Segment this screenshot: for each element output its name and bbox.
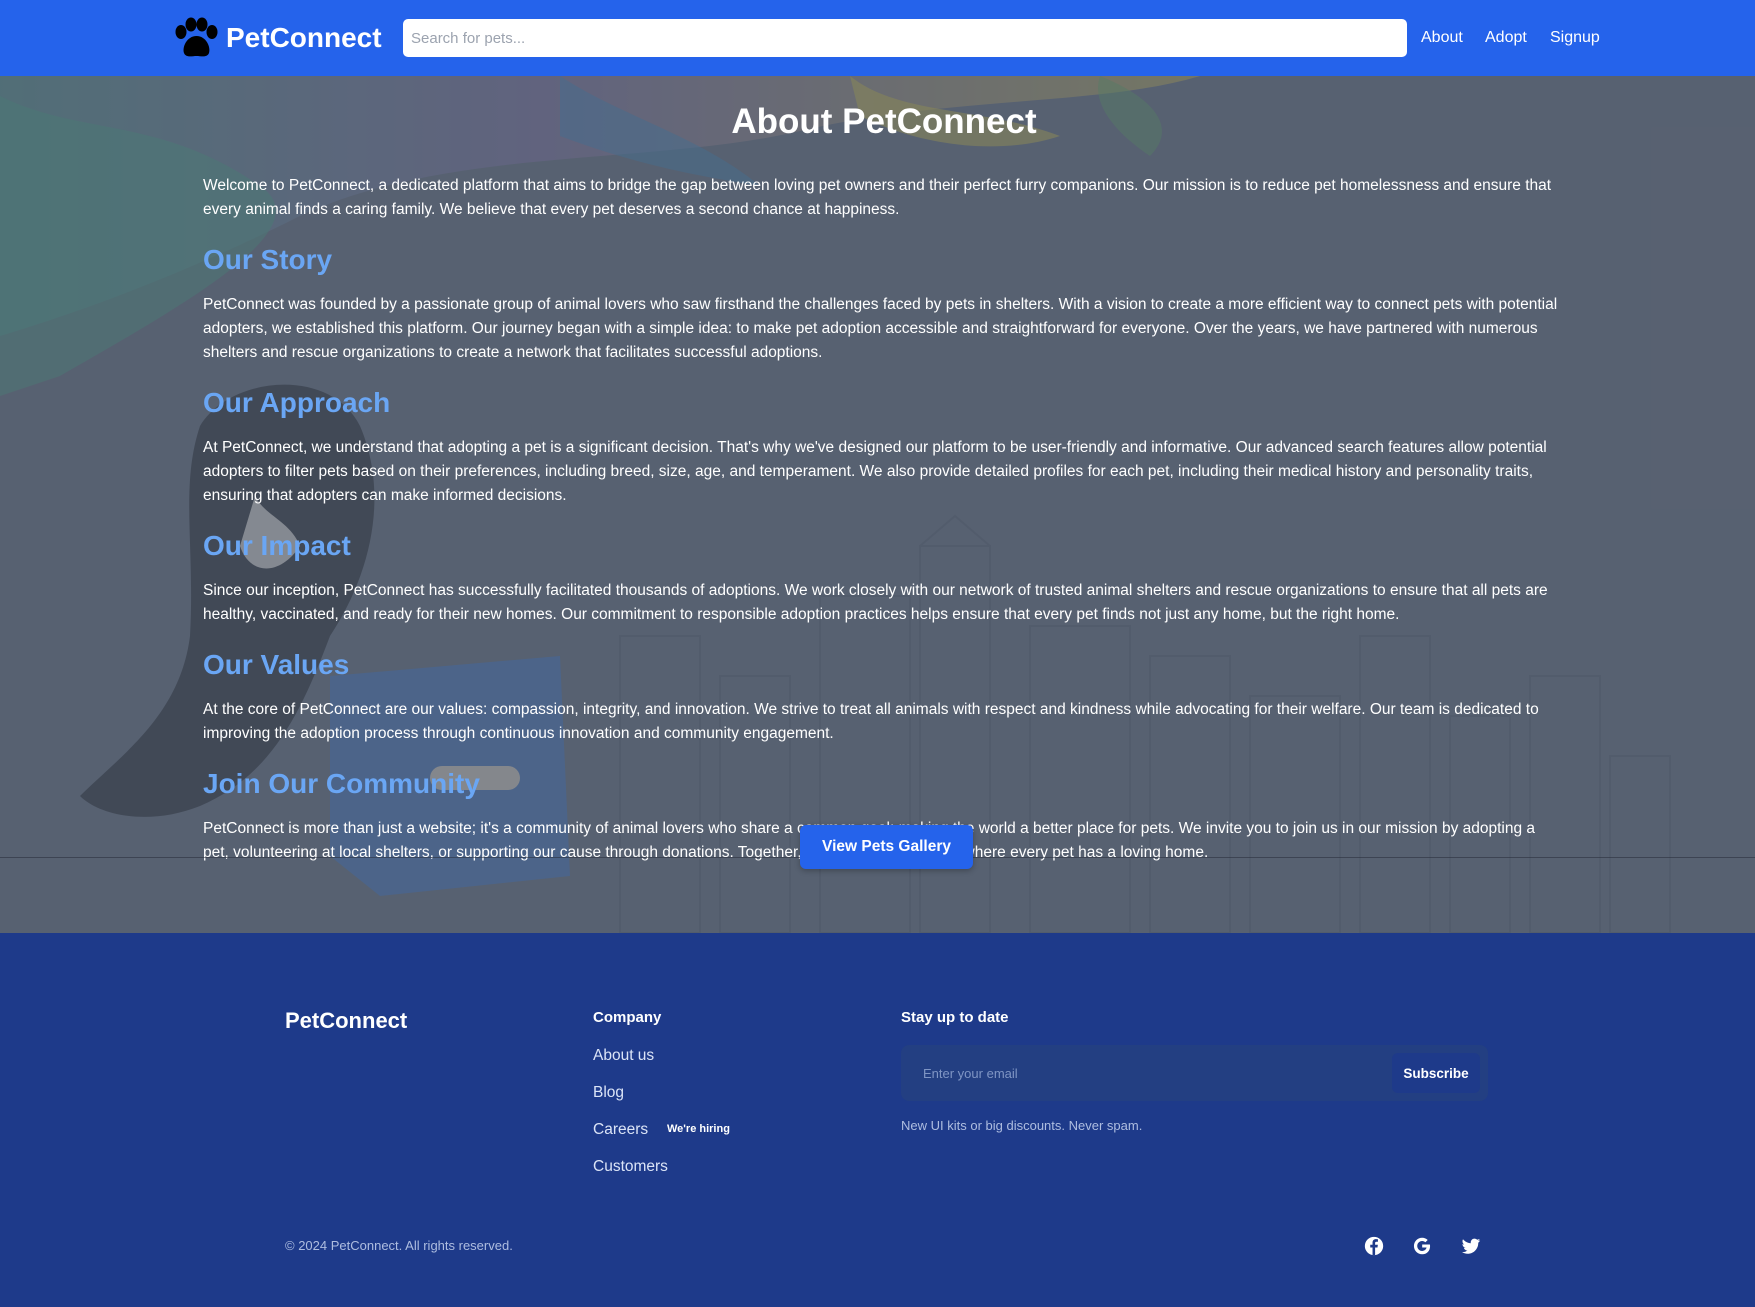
google-icon[interactable] [1411,1235,1435,1259]
facebook-icon[interactable] [1363,1235,1387,1259]
copyright-text: © 2024 PetConnect. All rights reserved. [285,1238,513,1253]
section-text-story: PetConnect was founded by a passionate g… [203,296,1558,361]
subscribe-button[interactable]: Subscribe [1392,1053,1480,1093]
paw-icon [175,17,218,57]
section-heading-values: Our Values [203,649,350,680]
page-title: About PetConnect [731,102,1037,141]
footer-link-blog[interactable]: Blog [593,1084,624,1102]
site-header: PetConnect About Adopt Signup [0,0,1755,76]
site-footer: PetConnect Company About us Blog Careers… [0,933,1755,1307]
brand-name: PetConnect [226,22,382,53]
nav-signup[interactable]: Signup [1550,0,1600,76]
section-heading-story: Our Story [203,244,333,275]
company-heading: Company [593,1009,662,1026]
section-heading-impact: Our Impact [203,530,351,561]
twitter-icon[interactable] [1460,1235,1484,1259]
section-text-values: At the core of PetConnect are our values… [203,701,1539,742]
section-heading-approach: Our Approach [203,387,391,418]
footer-link-customers[interactable]: Customers [593,1158,668,1176]
view-pets-gallery-button[interactable]: View Pets Gallery [800,825,973,869]
footer-brand: PetConnect [285,1008,408,1033]
hiring-badge: We're hiring [667,1123,730,1135]
intro-paragraph: Welcome to PetConnect, a dedicated platf… [203,177,1552,218]
subscribe-form: Subscribe [901,1045,1488,1101]
about-main: About PetConnect Welcome to PetConnect, … [0,76,1755,933]
footer-link-careers[interactable]: Careers [593,1121,648,1139]
section-text-impact: Since our inception, PetConnect has succ… [203,582,1548,623]
nav-adopt[interactable]: Adopt [1485,0,1527,76]
footer-link-about-us[interactable]: About us [593,1047,654,1065]
section-heading-community: Join Our Community [203,768,480,799]
email-input[interactable] [911,1053,1351,1093]
newsletter-heading: Stay up to date [901,1009,1009,1026]
nav-about[interactable]: About [1421,0,1463,76]
section-text-approach: At PetConnect, we understand that adopti… [203,439,1547,504]
search-input[interactable] [403,19,1407,57]
brand-logo[interactable]: PetConnect [172,17,382,59]
newsletter-note: New UI kits or big discounts. Never spam… [901,1118,1143,1133]
